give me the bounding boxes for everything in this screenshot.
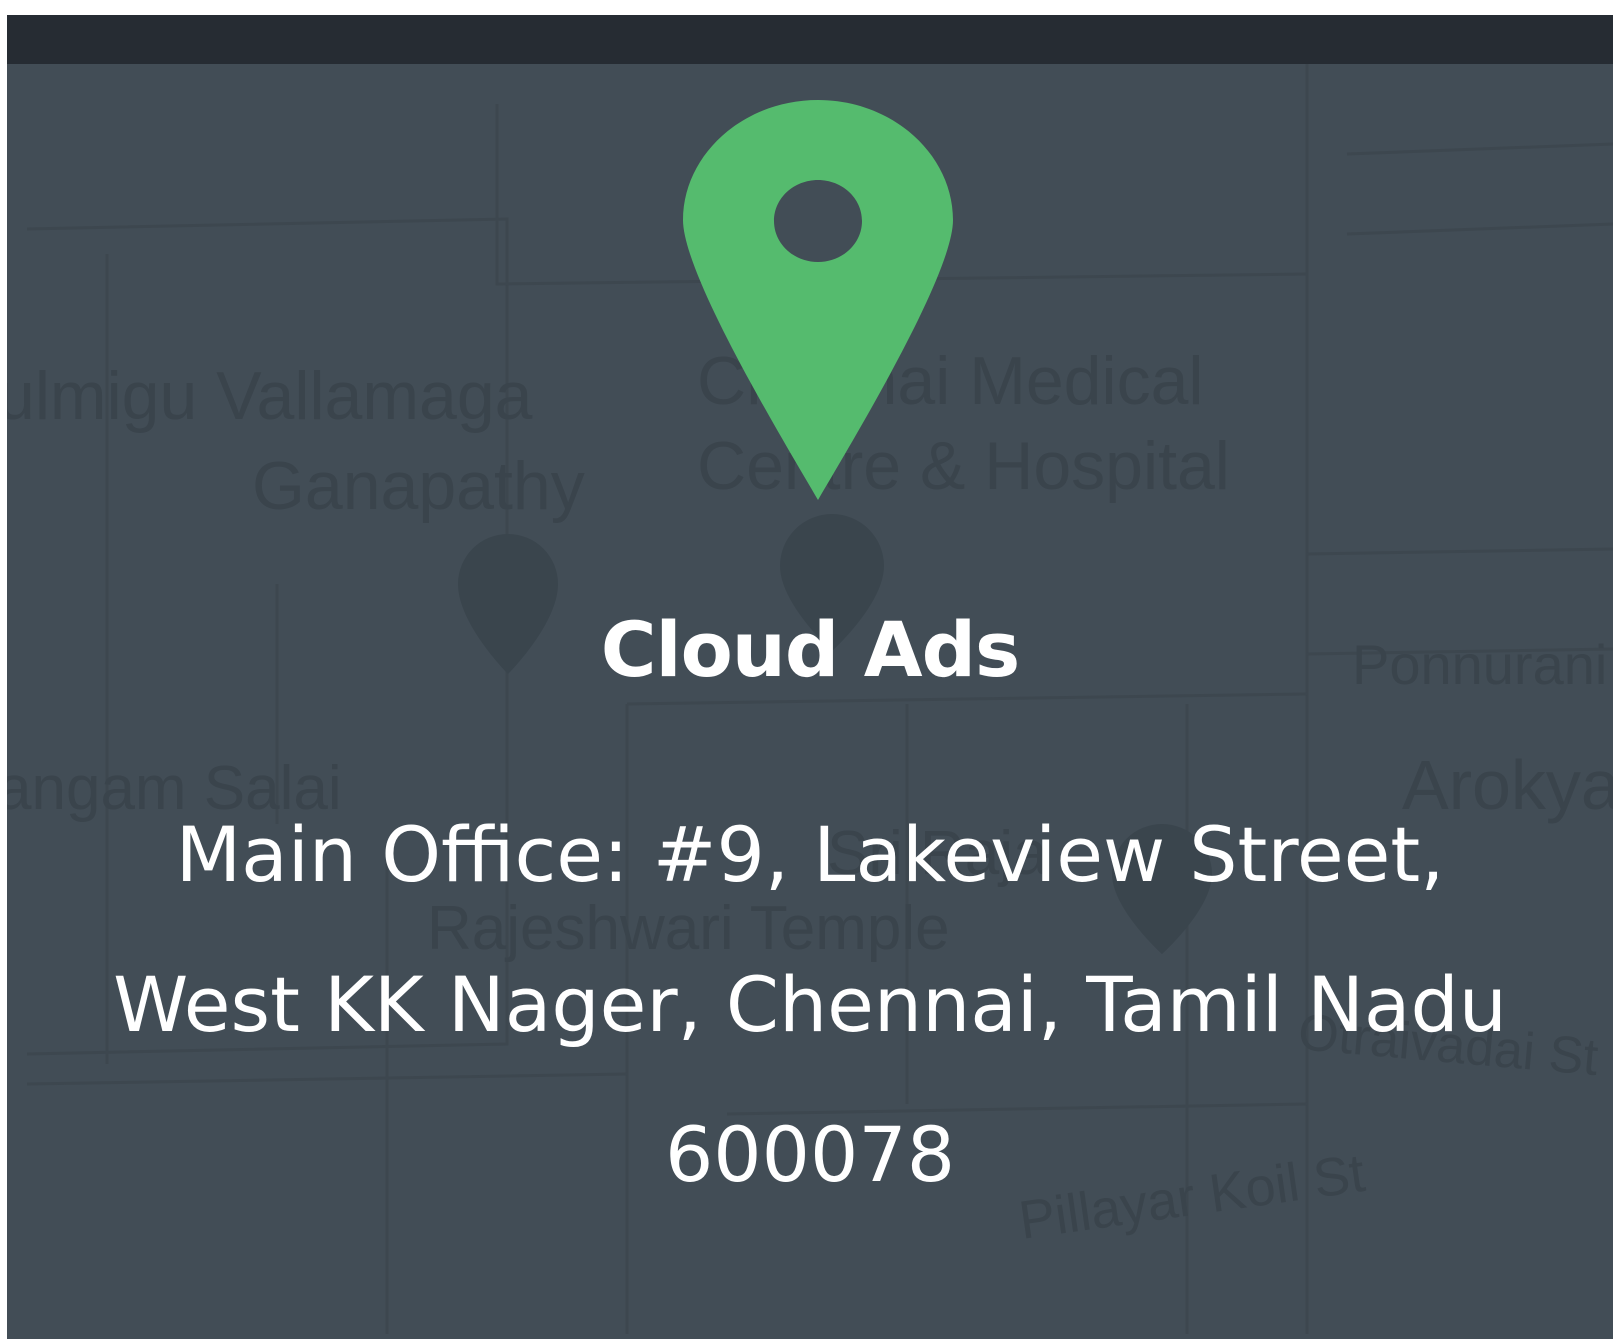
company-name: Cloud Ads xyxy=(600,605,1020,694)
location-panel: ulmigu Vallamaga Ganapathy Chennai Medic… xyxy=(7,15,1613,1339)
map-pin-icon xyxy=(683,100,953,500)
location-card: Cloud Ads Main Office: #9, Lakeview Stre… xyxy=(7,15,1613,1339)
office-address: Main Office: #9, Lakeview Street, West K… xyxy=(113,810,1507,1199)
